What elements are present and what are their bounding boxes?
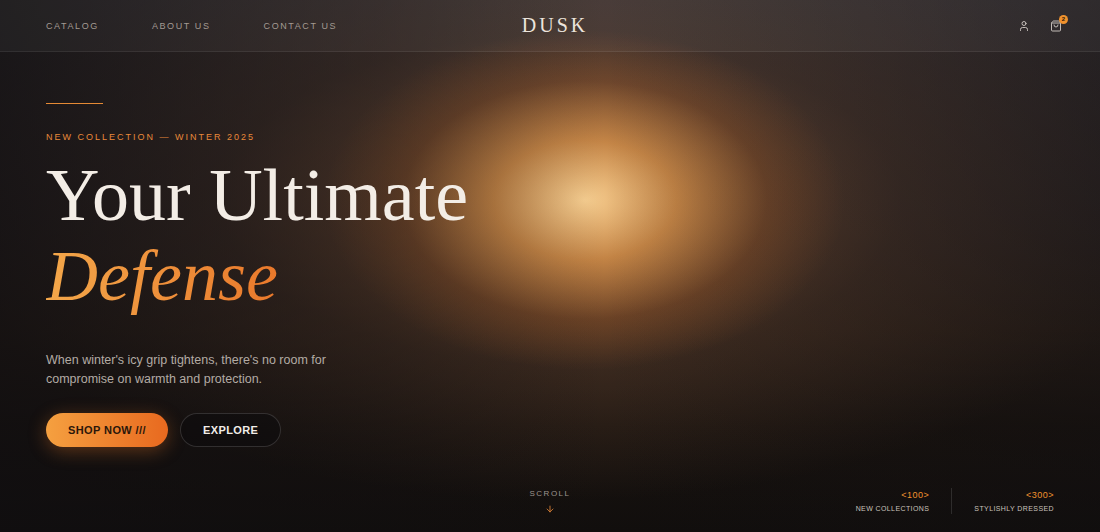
top-nav: CATALOG ABOUT US CONTACT US DUSK 2 [0,0,1100,52]
hero: NEW COLLECTION — WINTER 2025 Your Ultimat… [0,52,1100,488]
stat-label: NEW COLLECTIONS [856,505,930,512]
scroll-indicator[interactable]: SCROLL [529,489,570,514]
account-button[interactable] [1016,18,1032,34]
landing-page: CATALOG ABOUT US CONTACT US DUSK 2 NEW COLLEC… [0,0,1100,532]
hero-buttons: SHOP NOW /// EXPLORE [46,413,281,447]
nav-link[interactable]: CONTACT US [264,21,338,31]
shop-now-button[interactable]: SHOP NOW /// [46,413,168,447]
cart-button[interactable]: 2 [1048,18,1064,34]
logo[interactable]: DUSK [522,14,588,37]
stat-label: STYLISHLY DRESSED [974,505,1054,512]
arrow-down-icon [545,504,555,514]
hero-description: When winter's icy grip tightens, there's… [46,351,346,389]
nav-link[interactable]: ABOUT US [152,21,211,31]
hero-title-accent: Defense [46,235,286,317]
user-icon [1018,20,1030,32]
hero-footer: SCROLL <100> NEW COLLECTIONS <300> STYLISHLY… [0,488,1100,532]
stat-value: <100> [901,490,929,500]
stat-value: <300> [1026,490,1054,500]
nav-link[interactable]: CATALOG [46,21,99,31]
stat: <300> STYLISHLY DRESSED [951,488,1054,514]
eyebrow: NEW COLLECTION — WINTER 2025 [46,131,255,143]
scroll-label: SCROLL [529,489,570,498]
hero-title: Your Ultimate [46,155,468,235]
stats: <100> NEW COLLECTIONS <300> STYLISHLY DRESS… [571,488,1055,514]
nav-links: CATALOG ABOUT US CONTACT US [46,21,522,31]
cart-badge: 2 [1059,15,1068,24]
accent-rule [46,103,103,104]
nav-icons: 2 [588,18,1064,34]
explore-button[interactable]: EXPLORE [180,413,281,447]
stat: <100> NEW COLLECTIONS [856,488,930,514]
